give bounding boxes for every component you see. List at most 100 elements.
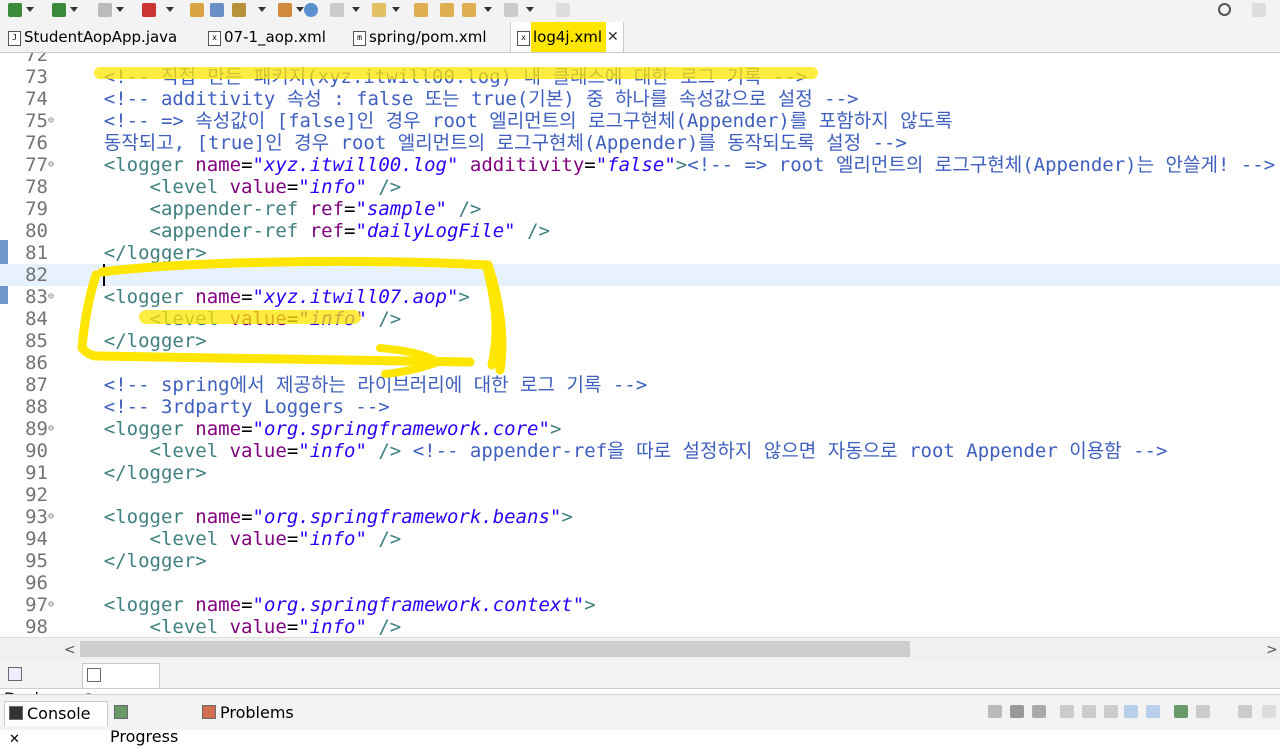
line-number: 82 [25, 264, 48, 286]
fold-toggle-icon[interactable]: ⊖ [48, 506, 54, 528]
back-icon[interactable] [440, 3, 454, 17]
code-line[interactable]: 76 동작되고, [true]인 경우 root 엘리먼트의 로그구현체(App… [0, 132, 1280, 154]
line-number: 79 [25, 198, 48, 220]
chevron-down-icon[interactable] [352, 7, 360, 12]
tab-student-aop-app[interactable]: J StudentAopApp.java [8, 22, 198, 52]
code-line[interactable]: 96 [0, 572, 1280, 594]
line-number: 88 [25, 396, 48, 418]
code-line[interactable]: 94 <level value="info" /> [0, 528, 1280, 550]
scroll-lock-icon[interactable] [1082, 705, 1096, 718]
code-line[interactable]: 88 <!-- 3rdparty Loggers --> [0, 396, 1280, 418]
code-line[interactable]: 81 </logger> [0, 242, 1280, 264]
code-line[interactable]: 97 ⊖ <logger name="org.springframework.co… [0, 594, 1280, 616]
close-icon[interactable]: ✕ [9, 732, 20, 747]
horizontal-scrollbar[interactable]: < > [0, 637, 1280, 660]
tab-console[interactable]: Console ✕ [4, 701, 108, 747]
open-type-icon[interactable] [190, 3, 204, 17]
code-line[interactable]: 91 </logger> [0, 462, 1280, 484]
word-wrap-icon[interactable] [1104, 705, 1118, 718]
remove-launch-icon[interactable] [1010, 705, 1024, 718]
minimize-icon[interactable] [1262, 705, 1276, 718]
code-line[interactable]: 78 <level value="info" /> [0, 176, 1280, 198]
code-line[interactable]: 87 <!-- spring에서 제공하는 라이브러리에 대한 로그 기록 --… [0, 374, 1280, 396]
close-icon[interactable]: ✕ [607, 22, 619, 52]
code-line[interactable]: 92 [0, 484, 1280, 506]
chevron-down-icon[interactable] [166, 7, 174, 12]
code-line[interactable]: 83 ⊖ <logger name="xyz.itwill07.aop"> [0, 286, 1280, 308]
edit-icon[interactable] [278, 3, 292, 17]
chevron-down-icon[interactable] [116, 7, 124, 12]
scrollbar-thumb[interactable] [80, 641, 910, 657]
forward-arrow-icon[interactable] [504, 3, 518, 17]
console-icon [9, 706, 23, 720]
chevron-down-icon[interactable] [392, 7, 400, 12]
chevron-down-icon[interactable] [258, 7, 266, 12]
xml-source-editor[interactable]: 72 73 <!-- 직접 만든 패키지(xyz.itwill00.log) 내 … [0, 53, 1280, 637]
debug-icon[interactable] [142, 3, 156, 17]
tools-icon[interactable] [232, 3, 246, 17]
code-line[interactable]: 79 <appender-ref ref="sample" /> [0, 198, 1280, 220]
open-console-icon[interactable] [1238, 705, 1252, 718]
code-line[interactable]: 80 <appender-ref ref="dailyLogFile" /> [0, 220, 1280, 242]
code-line[interactable]: 86 [0, 352, 1280, 374]
last-edit-icon[interactable] [414, 3, 428, 17]
search-icon[interactable] [1218, 3, 1231, 16]
show-on-err-icon[interactable] [1146, 705, 1160, 718]
fold-toggle-icon[interactable]: ⊖ [48, 594, 54, 616]
tab-pom[interactable]: m spring/pom.xml [353, 22, 503, 52]
code-line[interactable]: 93 ⊖ <logger name="org.springframework.be… [0, 506, 1280, 528]
new-icon[interactable] [8, 3, 22, 17]
fold-toggle-icon[interactable]: ⊖ [48, 110, 54, 132]
code-line[interactable]: 98 <level value="info" /> [0, 616, 1280, 637]
chevron-down-icon[interactable] [526, 7, 534, 12]
tab-source[interactable]: Source [82, 663, 160, 709]
next-annotation-icon[interactable] [372, 3, 386, 17]
tab-07-1-aop[interactable]: x 07-1_aop.xml [208, 22, 348, 52]
tab-design[interactable]: Design [4, 663, 78, 708]
code-line[interactable]: 77 ⊖ <logger name="xyz.itwill00.log" addi… [0, 154, 1280, 176]
back-arrow-icon[interactable] [462, 3, 476, 17]
pin-editor-icon[interactable] [556, 3, 570, 17]
code-line[interactable]: 75 ⊖ <!-- => 속성값이 [false]인 경우 root 엘리먼트의 … [0, 110, 1280, 132]
code-line[interactable]: 74 <!-- additivity 속성 : false 또는 true(기본… [0, 88, 1280, 110]
fold-toggle-icon[interactable]: ⊖ [48, 286, 54, 308]
code-line[interactable]: 85 </logger> [0, 330, 1280, 352]
code-line[interactable]: 72 [0, 53, 1280, 66]
pin-console-icon[interactable] [1174, 705, 1188, 718]
tab-progress[interactable]: Progress [110, 701, 198, 746]
line-number: 92 [25, 484, 48, 506]
globe-icon[interactable] [304, 3, 318, 17]
terminate-icon[interactable] [988, 705, 1002, 718]
scroll-left-icon[interactable]: < [64, 642, 76, 658]
remove-all-icon[interactable] [1032, 705, 1046, 718]
fold-toggle-icon[interactable]: ⊖ [48, 418, 54, 440]
tab-problems[interactable]: Problems [198, 701, 298, 725]
annotation-icon[interactable] [330, 3, 344, 17]
clear-console-icon[interactable] [1060, 705, 1074, 718]
line-number: 80 [25, 220, 48, 242]
chevron-down-icon[interactable] [484, 7, 492, 12]
fold-toggle-icon[interactable]: ⊖ [48, 154, 54, 176]
run-icon[interactable] [52, 3, 66, 17]
code-text: <level value="info" /> [149, 616, 402, 637]
code-line[interactable]: 73 <!-- 직접 만든 패키지(xyz.itwill00.log) 내 클래… [0, 66, 1280, 88]
maven-file-icon: m [353, 31, 366, 46]
chevron-down-icon[interactable] [70, 7, 78, 12]
show-on-out-icon[interactable] [1124, 705, 1138, 718]
display-console-icon[interactable] [1196, 705, 1210, 718]
code-line[interactable]: 84 <level value="info" /> [0, 308, 1280, 330]
code-text: <!-- 직접 만든 패키지(xyz.itwill00.log) 내 클래스에 … [103, 66, 808, 88]
code-line[interactable]: 95 </logger> [0, 550, 1280, 572]
code-line[interactable]: 82 [0, 264, 1280, 286]
perspective-icon[interactable] [1252, 3, 1266, 17]
scroll-right-icon[interactable]: > [1266, 642, 1278, 658]
java-file-icon: J [8, 31, 21, 46]
code-line[interactable]: 89 ⊖ <logger name="org.springframework.co… [0, 418, 1280, 440]
tab-log4j[interactable]: x log4j.xml ✕ [510, 22, 624, 52]
stop-icon[interactable] [98, 3, 112, 17]
open-resource-icon[interactable] [210, 3, 224, 17]
chevron-down-icon[interactable] [26, 7, 34, 12]
code-text: <level value="info" /> <!-- appender-ref… [149, 440, 1168, 462]
chevron-down-icon[interactable] [296, 7, 304, 12]
code-line[interactable]: 90 <level value="info" /> <!-- appender-… [0, 440, 1280, 462]
